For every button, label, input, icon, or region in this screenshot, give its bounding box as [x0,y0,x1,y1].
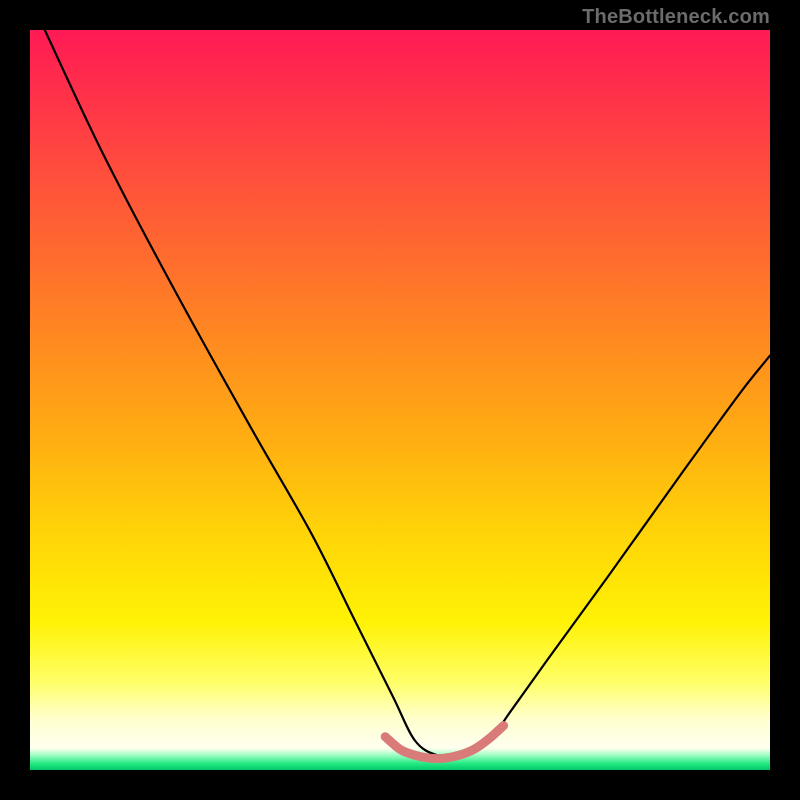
chart-frame: TheBottleneck.com [0,0,800,800]
curve-layer [30,30,770,770]
bottleneck-curve [45,30,770,757]
watermark-text: TheBottleneck.com [582,6,770,29]
plot-area [30,30,770,770]
bottom-pink-segment [385,726,503,759]
